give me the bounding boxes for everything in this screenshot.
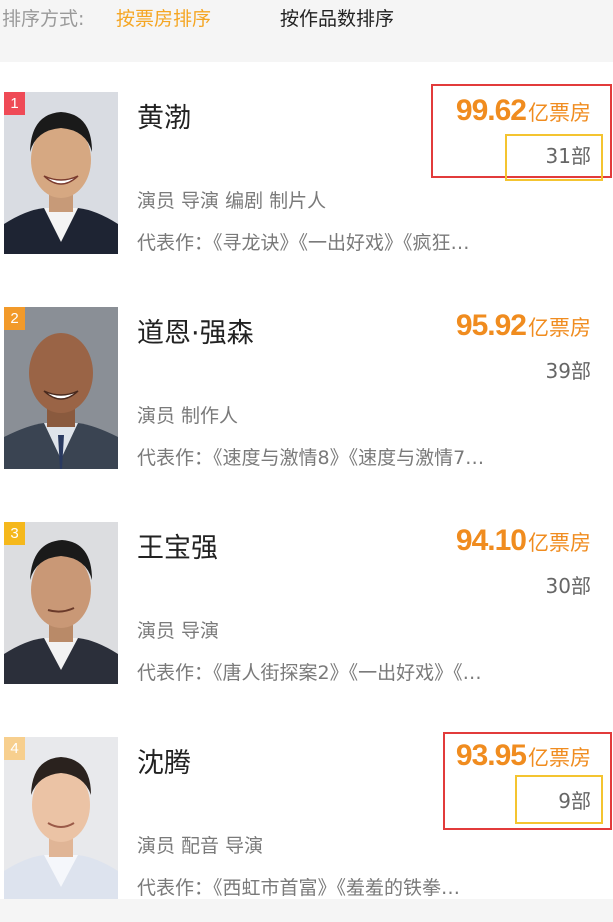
highlight-yellow-box: [505, 134, 603, 181]
representative-works: 代表作：《唐人街探案2》《一出好戏》《…: [137, 662, 482, 684]
works-count: 30部: [545, 574, 591, 598]
sort-by-box-office-button[interactable]: 按票房排序: [116, 4, 211, 31]
box-office: 94.10亿票房: [456, 524, 591, 558]
actor-roles: 演员 制作人: [137, 405, 239, 427]
representative-works: 代表作：《寻龙诀》《一出好戏》《疯狂…: [137, 232, 470, 254]
list-item[interactable]: 1 黄渤 99.62亿票房 31部 演员 导演 编剧 制片人 代表作：《寻龙诀》…: [0, 62, 613, 277]
sort-by-works-button[interactable]: 按作品数排序: [280, 4, 394, 31]
actor-name: 沈腾: [137, 748, 191, 779]
highlight-yellow-box: [515, 775, 603, 824]
actor-name: 道恩·强森: [137, 318, 254, 349]
sort-bar: 排序方式: 按票房排序 按作品数排序: [0, 0, 613, 48]
box-office-unit: 亿票房: [528, 531, 591, 555]
actor-roles: 演员 导演 编剧 制片人: [137, 190, 327, 212]
box-office-value: 95.92: [455, 309, 527, 342]
actor-roles: 演员 配音 导演: [137, 835, 264, 857]
rank-badge: 4: [4, 737, 25, 760]
avatar: [4, 522, 118, 684]
rank-badge: 3: [4, 522, 25, 545]
avatar: [4, 92, 118, 254]
actor-name: 黄渤: [137, 103, 191, 134]
rank-badge: 2: [4, 307, 25, 330]
list-item[interactable]: 2 道恩·强森 95.92亿票房 39部 演员 制作人 代表作：《速度与激情8》…: [0, 277, 613, 492]
actor-name: 王宝强: [137, 533, 218, 564]
sort-label: 排序方式:: [2, 8, 85, 30]
box-office-unit: 亿票房: [528, 316, 591, 340]
box-office-value: 94.10: [455, 524, 527, 557]
avatar: [4, 737, 118, 899]
avatar: [4, 307, 118, 469]
list-item[interactable]: 3 王宝强 94.10亿票房 30部 演员 导演 代表作：《唐人街探案2》《一出…: [0, 492, 613, 707]
list-item[interactable]: 4 沈腾 93.95亿票房 9部 演员 配音 导演 代表作：《西虹市首富》《羞羞…: [0, 707, 613, 922]
ranking-list: 1 黄渤 99.62亿票房 31部 演员 导演 编剧 制片人 代表作：《寻龙诀》…: [0, 62, 613, 899]
actor-roles: 演员 导演: [137, 620, 220, 642]
rank-badge: 1: [4, 92, 25, 115]
works-count: 39部: [545, 359, 591, 383]
representative-works: 代表作：《西虹市首富》《羞羞的铁拳…: [137, 877, 461, 899]
box-office: 95.92亿票房: [456, 309, 591, 343]
representative-works: 代表作：《速度与激情8》《速度与激情7…: [137, 447, 485, 469]
